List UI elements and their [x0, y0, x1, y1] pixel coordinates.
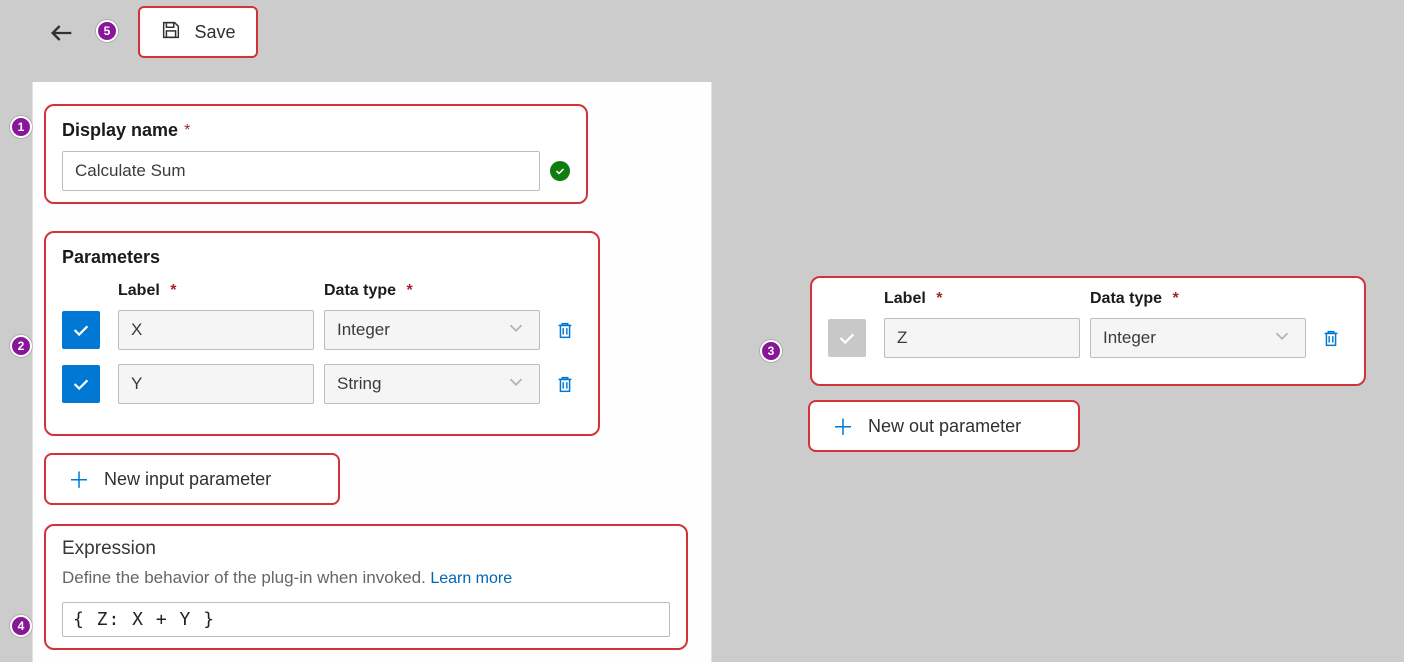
step-badge-1-label: 1	[18, 120, 25, 134]
save-icon	[160, 19, 182, 46]
chevron-down-icon	[505, 371, 527, 398]
chevron-down-icon	[1271, 325, 1293, 352]
output-col-type: Data type	[1090, 290, 1162, 307]
display-name-input[interactable]	[62, 151, 540, 191]
expression-section: Expression Define the behavior of the pl…	[44, 524, 688, 650]
param-type-value: String	[337, 374, 381, 394]
step-badge-1: 1	[10, 116, 32, 138]
param-checkbox[interactable]	[62, 365, 100, 403]
param-row: String	[62, 364, 582, 404]
param-checkbox[interactable]	[828, 319, 866, 357]
expression-title: Expression	[62, 538, 670, 560]
param-row: Integer	[828, 318, 1348, 358]
param-row: Integer	[62, 310, 582, 350]
input-col-type: Data type	[324, 282, 396, 299]
required-asterisk: *	[406, 282, 412, 299]
plus-icon: ＋	[68, 463, 90, 495]
param-type-select[interactable]: String	[324, 364, 540, 404]
param-type-value: Integer	[1103, 328, 1156, 348]
new-input-param-label: New input parameter	[104, 469, 271, 490]
step-badge-5-label: 5	[104, 24, 111, 38]
step-badge-5: 5	[96, 20, 118, 42]
param-label-input[interactable]	[118, 310, 314, 350]
param-checkbox[interactable]	[62, 311, 100, 349]
input-col-label: Label	[118, 282, 160, 299]
expression-description: Define the behavior of the plug-in when …	[62, 568, 426, 587]
display-name-section: Display name *	[44, 104, 588, 204]
step-badge-4: 4	[10, 615, 32, 637]
step-badge-2-label: 2	[18, 339, 25, 353]
expression-code: { Z: X + Y }	[73, 609, 215, 630]
param-type-select[interactable]: Integer	[324, 310, 540, 350]
chevron-down-icon	[505, 317, 527, 344]
save-button-label: Save	[194, 22, 235, 43]
plus-icon: ＋	[832, 410, 854, 442]
step-badge-3: 3	[760, 340, 782, 362]
expression-input[interactable]: { Z: X + Y }	[62, 602, 670, 637]
param-label-input[interactable]	[118, 364, 314, 404]
back-button[interactable]	[48, 19, 76, 47]
input-parameters-section: Parameters Label * Data type * Integer	[44, 231, 600, 436]
save-button[interactable]: Save	[138, 6, 258, 58]
step-badge-4-label: 4	[18, 619, 25, 633]
learn-more-link[interactable]: Learn more	[430, 570, 512, 587]
required-asterisk: *	[170, 282, 176, 299]
required-asterisk: *	[936, 290, 942, 307]
step-badge-2: 2	[10, 335, 32, 357]
param-label-input[interactable]	[884, 318, 1080, 358]
new-input-param-button[interactable]: ＋ New input parameter	[44, 453, 340, 505]
param-type-select[interactable]: Integer	[1090, 318, 1306, 358]
output-col-label: Label	[884, 290, 926, 307]
display-name-title: Display name	[62, 120, 178, 141]
step-badge-3-label: 3	[768, 344, 775, 358]
delete-param-button[interactable]	[554, 319, 576, 341]
valid-icon	[550, 161, 570, 181]
output-parameters-section: Label * Data type * Integer	[810, 276, 1366, 386]
new-output-param-label: New out parameter	[868, 416, 1021, 437]
delete-param-button[interactable]	[1320, 327, 1342, 349]
required-asterisk: *	[1172, 290, 1178, 307]
param-type-value: Integer	[337, 320, 390, 340]
parameters-title: Parameters	[62, 247, 160, 267]
required-asterisk: *	[184, 122, 190, 140]
delete-param-button[interactable]	[554, 373, 576, 395]
new-output-param-button[interactable]: ＋ New out parameter	[808, 400, 1080, 452]
